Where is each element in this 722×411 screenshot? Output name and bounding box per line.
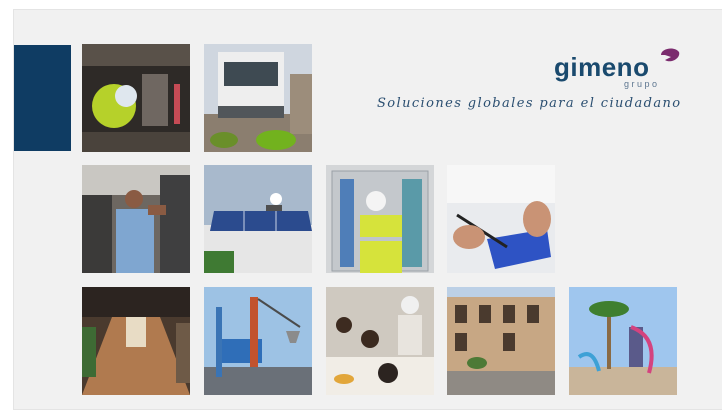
office-corridor-photo	[82, 287, 190, 395]
gimeno-logo: gimeno grupo	[554, 46, 684, 90]
tagline: Soluciones globales para el ciudadano	[377, 96, 682, 111]
sewer-worker-photo	[82, 44, 190, 152]
presentation-slide: gimeno grupo Soluciones globales para el…	[14, 10, 722, 409]
circuit-board-photo	[447, 165, 555, 273]
logo-subtitle: grupo	[624, 79, 660, 89]
street-sweeper-photo	[204, 44, 312, 152]
logo-mark-icon	[661, 48, 680, 62]
solar-panels-photo	[204, 165, 312, 273]
historic-facade-photo	[447, 287, 555, 395]
technician-pipes-photo	[82, 165, 190, 273]
accent-bar	[14, 45, 71, 151]
electrical-panel-photo	[326, 165, 434, 273]
school-canteen-photo	[326, 287, 434, 395]
port-crane-photo	[204, 287, 312, 395]
water-park-photo	[569, 287, 677, 395]
